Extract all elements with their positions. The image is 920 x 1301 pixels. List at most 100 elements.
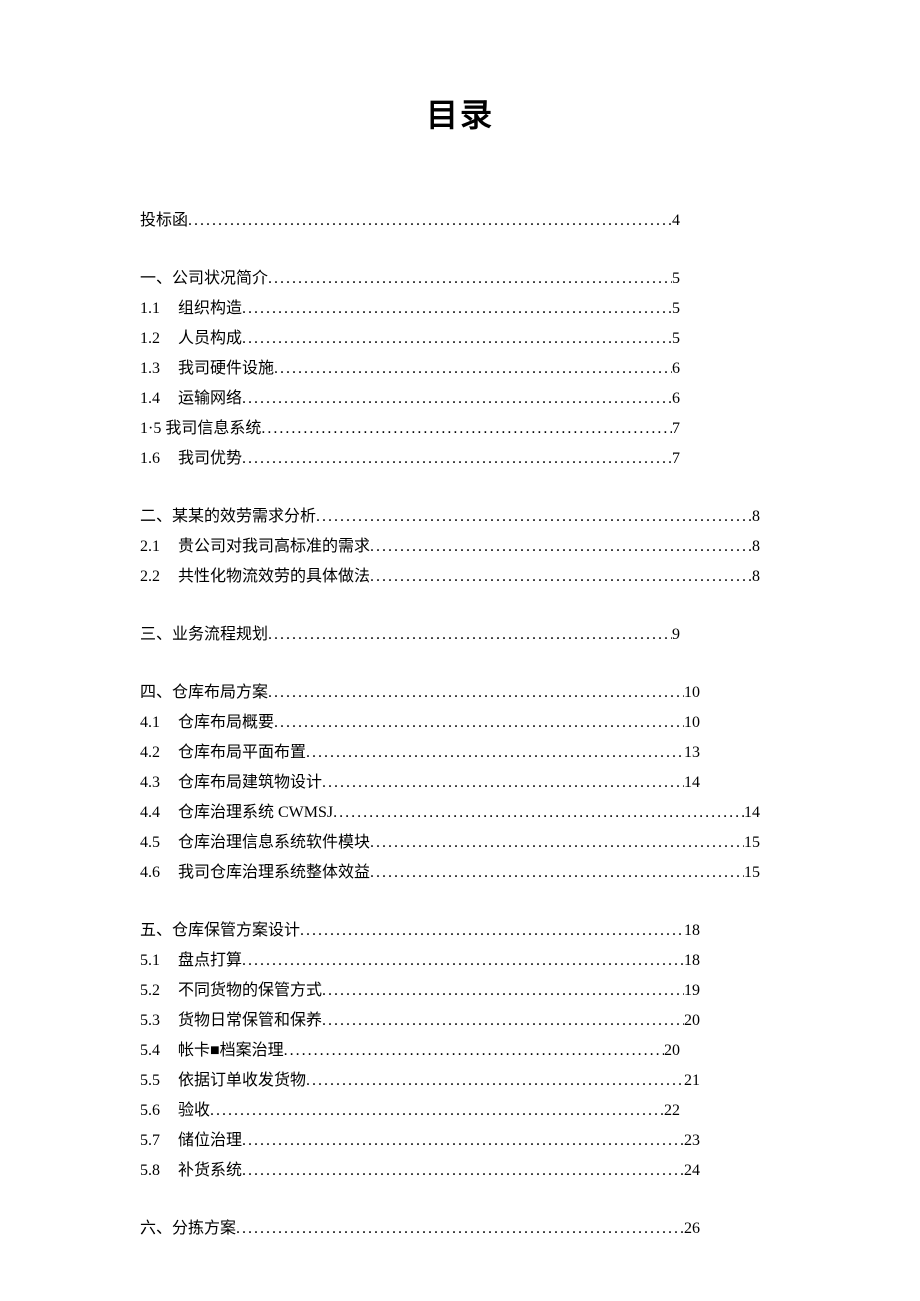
- toc-entry-page: 7: [672, 444, 680, 474]
- toc-entry-label: 1·5 我司信息系统: [140, 414, 261, 444]
- toc-leader-dots: [242, 324, 672, 354]
- toc-entry-page: 5: [672, 294, 680, 324]
- toc-entry-text: 我司优势: [174, 450, 242, 467]
- toc-leader-dots: [333, 798, 744, 828]
- toc-entry: 1.4 运输网络 6: [140, 384, 680, 414]
- toc-entry-text: 验收: [174, 1102, 210, 1119]
- toc-group: 二、某某的效劳需求分析82.1 贵公司对我司高标准的需求 8 2.2 共性化物流效劳…: [140, 502, 780, 592]
- toc-entry-number: 5.7: [140, 1126, 174, 1156]
- toc-entry-label: 一、公司状况简介: [140, 264, 268, 294]
- toc-entry-text: 仓库治理系统 CWMSJ: [174, 804, 333, 821]
- toc-entry-page: 10: [684, 708, 700, 738]
- toc-entry-text: 帐卡■档案治理: [174, 1042, 284, 1059]
- toc-entry-page: 6: [672, 354, 680, 384]
- toc-entry: 投标函4: [140, 206, 680, 236]
- toc-entry-page: 10: [684, 678, 700, 708]
- toc-leader-dots: [322, 768, 684, 798]
- toc-entry-label: 1.3 我司硬件设施: [140, 354, 274, 384]
- toc-entry: 五、仓库保管方案设计18: [140, 916, 700, 946]
- toc-entry-number: 4.1: [140, 708, 174, 738]
- page-title: 目录: [140, 90, 780, 136]
- toc-entry-label: 5.7 储位治理: [140, 1126, 242, 1156]
- toc-entry-page: 18: [684, 946, 700, 976]
- toc-entry-page: 13: [684, 738, 700, 768]
- toc-leader-dots: [370, 828, 744, 858]
- toc-entry-page: 4: [672, 206, 680, 236]
- toc-entry-label: 4.3 仓库布局建筑物设计: [140, 768, 322, 798]
- toc-entry-number: 1.4: [140, 384, 174, 414]
- toc-leader-dots: [370, 562, 752, 592]
- toc-entry-page: 19: [684, 976, 700, 1006]
- toc-entry-number: 5.1: [140, 946, 174, 976]
- toc-leader-dots: [261, 414, 672, 444]
- toc-entry: 4.3 仓库布局建筑物设计 14: [140, 768, 700, 798]
- toc-leader-dots: [242, 294, 672, 324]
- toc-entry: 4.4 仓库治理系统 CWMSJ14: [140, 798, 760, 828]
- toc-entry-label: 4.6 我司仓库治理系统整体效益: [140, 858, 370, 888]
- toc-entry-number: 4.5: [140, 828, 174, 858]
- toc-entry-page: 7: [672, 414, 680, 444]
- toc-leader-dots: [242, 1126, 684, 1156]
- toc-leader-dots: [306, 1066, 684, 1096]
- toc-entry-label: 5.6 验收: [140, 1096, 210, 1126]
- toc-entry-page: 6: [672, 384, 680, 414]
- toc-entry: 六、分拣方案26: [140, 1214, 700, 1244]
- toc-entry-number: 2.2: [140, 562, 174, 592]
- toc-entry: 5.3 货物日常保管和保养 20: [140, 1006, 700, 1036]
- toc-entry: 4.6 我司仓库治理系统整体效益15: [140, 858, 760, 888]
- toc-entry-label: 5.2 不同货物的保管方式: [140, 976, 322, 1006]
- toc-entry-label: 5.8 补货系统: [140, 1156, 242, 1186]
- toc-entry-page: 24: [684, 1156, 700, 1186]
- toc-entry: 三、业务流程规划9: [140, 620, 680, 650]
- toc-entry-label: 五、仓库保管方案设计: [140, 916, 300, 946]
- toc-entry-label: 5.5 依据订单收发货物: [140, 1066, 306, 1096]
- toc-entry-label: 4.2 仓库布局平面布置: [140, 738, 306, 768]
- toc-entry-page: 8: [752, 532, 760, 562]
- toc-entry-label: 四、仓库布局方案: [140, 678, 268, 708]
- toc-leader-dots: [300, 916, 684, 946]
- toc-entry-label: 2.2 共性化物流效劳的具体做法: [140, 562, 370, 592]
- toc-leader-dots: [188, 206, 672, 236]
- toc-leader-dots: [210, 1096, 664, 1126]
- toc-entry-label: 4.4 仓库治理系统 CWMSJ: [140, 798, 333, 828]
- toc-entry-text: 运输网络: [174, 390, 242, 407]
- toc-entry-text: 组织构造: [174, 300, 242, 317]
- toc-entry-number: 4.2: [140, 738, 174, 768]
- toc-entry-page: 14: [684, 768, 700, 798]
- toc-entry: 一、公司状况简介5: [140, 264, 680, 294]
- toc-entry-text: 仓库治理信息系统软件模块: [174, 834, 370, 851]
- toc-entry-label: 六、分拣方案: [140, 1214, 236, 1244]
- toc-leader-dots: [268, 620, 672, 650]
- toc-entry: 4.1 仓库布局概要10: [140, 708, 700, 738]
- toc-entry: 4.2 仓库布局平面布置 13: [140, 738, 700, 768]
- toc-entry-label: 5.3 货物日常保管和保养: [140, 1006, 322, 1036]
- toc-entry-number: 5.4: [140, 1036, 174, 1066]
- toc-entry-page: 9: [672, 620, 680, 650]
- toc-leader-dots: [284, 1036, 664, 1066]
- toc-entry-number: 1.2: [140, 324, 174, 354]
- toc-entry-page: 22: [664, 1096, 680, 1126]
- toc-entry-text: 货物日常保管和保养: [174, 1012, 322, 1029]
- toc-entry-label: 1.4 运输网络: [140, 384, 242, 414]
- toc-entry-page: 20: [684, 1006, 700, 1036]
- toc-entry-number: 5.8: [140, 1156, 174, 1186]
- toc-entry-text: 我司硬件设施: [174, 360, 274, 377]
- toc-entry-text: 仓库布局平面布置: [174, 744, 306, 761]
- toc-entry-text: 补货系统: [174, 1162, 242, 1179]
- toc-entry-number: 5.2: [140, 976, 174, 1006]
- toc-leader-dots: [274, 354, 672, 384]
- toc-entry-label: 二、某某的效劳需求分析: [140, 502, 316, 532]
- toc-entry-text: 盘点打算: [174, 952, 242, 969]
- toc-entry-number: 4.3: [140, 768, 174, 798]
- toc-entry-number: 2.1: [140, 532, 174, 562]
- toc-entry-label: 2.1 贵公司对我司高标准的需求: [140, 532, 370, 562]
- toc-leader-dots: [242, 1156, 684, 1186]
- toc-leader-dots: [306, 738, 684, 768]
- toc-entry-number: 4.6: [140, 858, 174, 888]
- toc-entry-number: 5.6: [140, 1096, 174, 1126]
- toc-group: 投标函4: [140, 206, 780, 236]
- toc-entry: 二、某某的效劳需求分析8: [140, 502, 760, 532]
- toc-group: 三、业务流程规划9: [140, 620, 780, 650]
- toc-entry-label: 1.2 人员构成: [140, 324, 242, 354]
- toc-entry: 5.8 补货系统 24: [140, 1156, 700, 1186]
